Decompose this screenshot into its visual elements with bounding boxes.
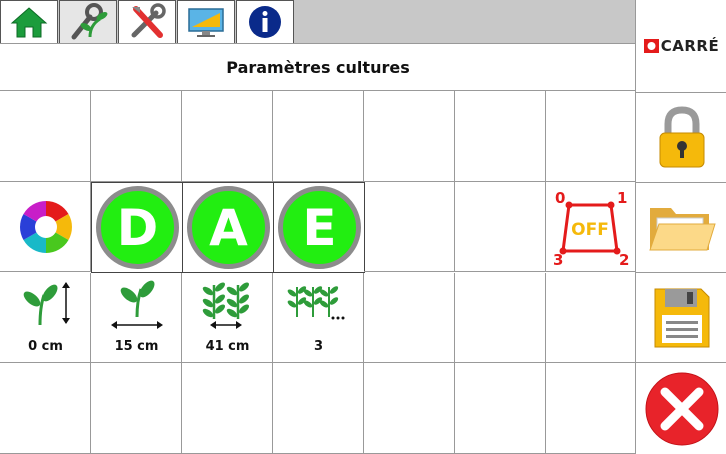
empty-cell xyxy=(364,363,455,454)
corner-3-label: 3 xyxy=(553,251,563,267)
empty-cell xyxy=(364,91,455,182)
row-e-button[interactable]: E xyxy=(273,182,365,273)
plant-spacing-value: 15 cm xyxy=(114,339,159,354)
corner-0-label: 0 xyxy=(555,189,565,207)
close-button[interactable] xyxy=(636,362,726,454)
plant-spacing-icon xyxy=(111,280,163,329)
row-count-button[interactable]: 3 xyxy=(273,273,364,363)
empty-cell xyxy=(0,91,91,182)
empty-cell xyxy=(273,363,364,454)
tab-info[interactable] xyxy=(236,0,294,43)
close-icon xyxy=(645,372,718,445)
home-icon xyxy=(10,7,48,38)
switch-state-label: OFF xyxy=(571,220,609,240)
info-icon xyxy=(249,6,281,38)
tab-home[interactable] xyxy=(0,0,58,43)
row-e-label: E xyxy=(278,186,361,269)
row-count-icon xyxy=(287,286,345,320)
tab-crop-settings[interactable] xyxy=(59,0,117,43)
row-spacing-value: 41 cm xyxy=(205,339,250,354)
empty-cell xyxy=(455,91,546,182)
empty-cell xyxy=(182,363,273,454)
empty-cell xyxy=(273,91,364,182)
right-action-panel: CARRÉ xyxy=(635,0,726,454)
plant-spacing-button[interactable]: 15 cm xyxy=(91,273,182,363)
plant-height-icon xyxy=(23,282,70,326)
open-folder-icon xyxy=(648,207,716,250)
row-count-value: 3 xyxy=(313,339,324,354)
empty-cell xyxy=(364,273,455,363)
lock-icon xyxy=(659,105,704,167)
section-switch-button[interactable]: 0 1 2 3 OFF xyxy=(546,182,636,272)
tab-display[interactable] xyxy=(177,0,235,43)
empty-cell xyxy=(546,363,636,454)
color-picker-button[interactable] xyxy=(0,182,91,272)
plant-height-value: 0 cm xyxy=(28,339,63,354)
empty-cell xyxy=(91,363,182,454)
empty-cell xyxy=(0,363,91,454)
empty-cell xyxy=(182,91,273,182)
logo-mark-icon xyxy=(643,39,659,53)
empty-cell xyxy=(546,273,636,363)
page-title: Paramètres cultures xyxy=(226,57,410,77)
row-a-button[interactable]: A xyxy=(182,182,274,273)
empty-cell xyxy=(455,182,546,272)
save-icon xyxy=(654,288,709,347)
logo-text: CARRÉ xyxy=(660,37,720,55)
page-header: Paramètres cultures xyxy=(0,43,636,91)
settings-grid: D A E 0 1 2 3 OFF 0 cm 15 cm 41 cm 3 xyxy=(0,91,636,454)
empty-cell xyxy=(455,363,546,454)
color-wheel-icon xyxy=(20,201,72,253)
plant-height-button[interactable]: 0 cm xyxy=(0,273,91,363)
row-spacing-button[interactable]: 41 cm xyxy=(182,273,273,363)
empty-cell xyxy=(91,91,182,182)
open-button[interactable] xyxy=(636,182,726,272)
crop-settings-icon xyxy=(71,3,108,40)
display-settings-icon xyxy=(188,8,224,37)
tab-tools[interactable] xyxy=(118,0,176,43)
empty-cell xyxy=(455,273,546,363)
empty-cell xyxy=(546,91,636,182)
corner-2-label: 2 xyxy=(619,251,629,267)
brand-logo: CARRÉ xyxy=(636,0,726,92)
save-button[interactable] xyxy=(636,272,726,362)
corner-1-label: 1 xyxy=(617,189,627,207)
empty-cell xyxy=(364,182,455,272)
tools-icon xyxy=(131,3,166,38)
row-d-label: D xyxy=(96,186,179,269)
row-d-button[interactable]: D xyxy=(91,182,183,273)
section-switch-icon: 0 1 2 3 OFF xyxy=(553,189,629,267)
row-spacing-icon xyxy=(202,282,249,329)
row-a-label: A xyxy=(187,186,270,269)
top-tab-bar xyxy=(0,0,636,43)
lock-button[interactable] xyxy=(636,92,726,182)
